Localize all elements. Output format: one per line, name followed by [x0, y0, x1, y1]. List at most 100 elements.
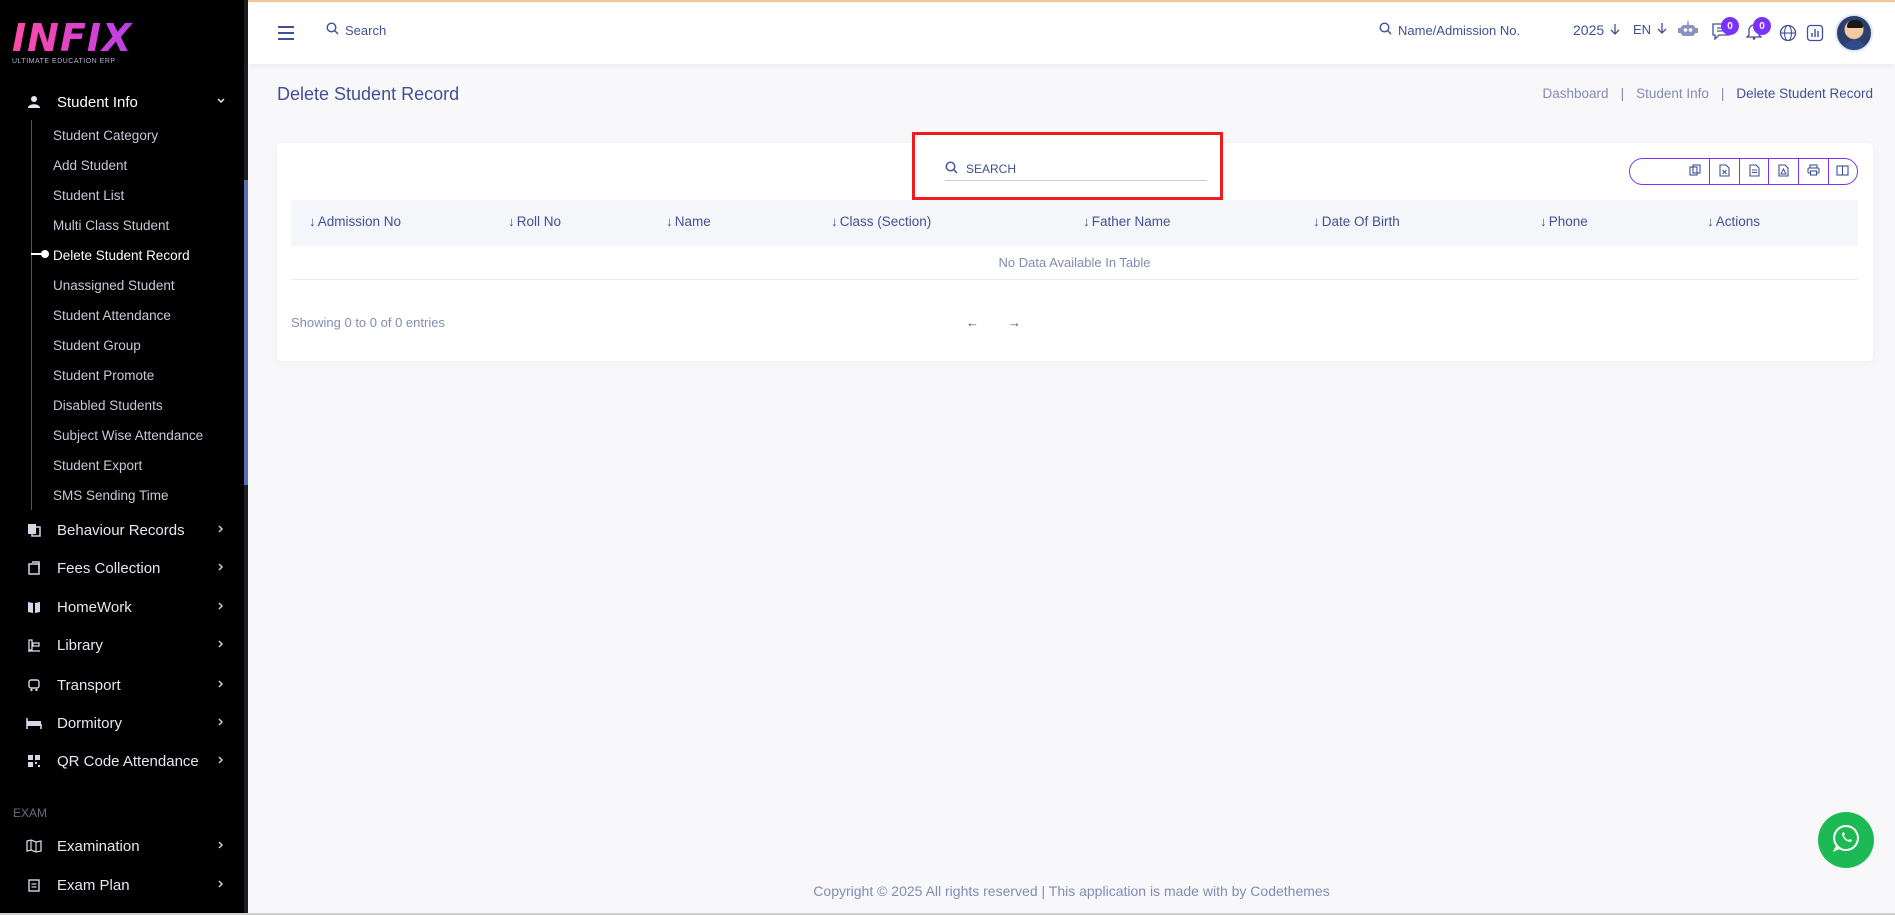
chevron-right-icon — [216, 878, 226, 892]
sidebar-item-dormitory[interactable]: Dormitory — [0, 704, 244, 742]
sidebar-item-fees-collection[interactable]: Fees Collection — [0, 549, 244, 587]
sort-arrow-icon: ↓ — [1313, 214, 1320, 229]
export-toolbar — [1629, 158, 1858, 185]
column-header-roll-no[interactable]: ↓ Roll No — [508, 214, 561, 229]
sidebar-item-label: Exam Plan — [57, 876, 130, 894]
chevron-right-icon — [216, 523, 226, 537]
sidebar-item-behaviour-records[interactable]: Behaviour Records — [0, 511, 244, 549]
menu-toggle-icon[interactable] — [278, 26, 294, 40]
sidebar-subitem-student-group[interactable]: Student Group — [53, 335, 141, 357]
footer-copyright: Copyright © 2025 All rights reserved | T… — [813, 883, 1330, 899]
chevron-right-icon — [216, 600, 226, 614]
breadcrumb-separator: | — [1720, 86, 1725, 101]
sidebar-item-label: Fees Collection — [57, 559, 161, 577]
logo[interactable]: INFIX ULTIMATE EDUCATION ERP — [12, 18, 172, 70]
table-search-placeholder: SEARCH — [966, 161, 1017, 176]
column-label: Class (Section) — [839, 214, 932, 229]
clipboard-icon — [26, 877, 42, 893]
sidebar-subitem-unassigned-student[interactable]: Unassigned Student — [53, 275, 175, 297]
sidebar-subitem-student-attendance[interactable]: Student Attendance — [53, 305, 171, 327]
top-search[interactable]: Search — [326, 22, 386, 38]
sidebar-item-homework[interactable]: HomeWork — [0, 588, 244, 626]
sort-arrow-icon: ↓ — [309, 214, 316, 229]
column-header-phone[interactable]: ↓ Phone — [1540, 214, 1588, 229]
notification-badge: 0 — [1753, 17, 1771, 35]
sidebar-item-library[interactable]: Library — [0, 626, 244, 664]
qr-icon — [26, 753, 42, 769]
breadcrumb-student-info[interactable]: Student Info — [1636, 86, 1709, 101]
sidebar-subitem-disabled-students[interactable]: Disabled Students — [53, 395, 163, 417]
column-header-class-section[interactable]: ↓ Class (Section) — [831, 214, 931, 229]
pdf-button[interactable] — [1768, 159, 1798, 184]
column-label: Name — [674, 214, 711, 229]
table-search-highlight: SEARCH — [912, 132, 1223, 200]
excel-button[interactable] — [1709, 159, 1739, 184]
globe-icon[interactable] — [1779, 24, 1797, 42]
column-label: Phone — [1548, 214, 1588, 229]
book-icon — [26, 599, 42, 615]
chevron-right-icon — [216, 716, 226, 730]
sidebar-item-label: QR Code Attendance — [57, 752, 199, 770]
sort-arrow-icon: ↓ — [1707, 214, 1714, 229]
year-value: 2025 — [1573, 22, 1605, 38]
name-admission-search[interactable]: Name/Admission No. — [1379, 22, 1520, 38]
map-icon — [26, 838, 42, 854]
sidebar-item-student-info[interactable]: Student Info — [0, 83, 244, 121]
bus-icon — [26, 677, 42, 693]
previous-page-button[interactable]: ← — [966, 315, 979, 330]
print-button[interactable] — [1798, 159, 1828, 184]
csv-button[interactable] — [1738, 159, 1769, 184]
sort-arrow-icon: ↓ — [1083, 214, 1090, 229]
logo-subtitle: ULTIMATE EDUCATION ERP — [12, 58, 116, 65]
sidebar-item-label: Student Info — [57, 93, 138, 111]
table-search-input[interactable]: SEARCH — [945, 157, 1207, 181]
sort-arrow-icon: ↓ — [831, 214, 838, 229]
sidebar-subitem-subject-wise-attendance[interactable]: Subject Wise Attendance — [53, 425, 203, 447]
column-header-admission-no[interactable]: ↓ Admission No — [309, 214, 401, 229]
column-header-actions[interactable]: ↓ Actions — [1707, 214, 1760, 229]
breadcrumb-dashboard[interactable]: Dashboard — [1543, 86, 1609, 101]
column-label: Roll No — [516, 214, 562, 229]
next-page-button[interactable]: → — [1008, 315, 1021, 330]
language-selector[interactable]: EN — [1633, 22, 1667, 37]
column-header-date-of-birth[interactable]: ↓ Date Of Birth — [1313, 214, 1400, 229]
breadcrumb-separator: | — [1620, 86, 1625, 101]
sidebar-item-label: HomeWork — [57, 598, 132, 616]
sidebar-item-qr-code-attendance[interactable]: QR Code Attendance — [0, 742, 244, 780]
sidebar-item-label: Examination — [57, 837, 140, 855]
column-header-father-name[interactable]: ↓ Father Name — [1083, 214, 1171, 229]
search-icon — [945, 160, 958, 177]
sidebar-item-transport[interactable]: Transport — [0, 666, 244, 704]
sidebar-subitem-add-student[interactable]: Add Student — [53, 155, 127, 177]
sort-arrow-icon: ↓ — [666, 214, 673, 229]
breadcrumb: Dashboard | Student Info | Delete Studen… — [1543, 86, 1873, 101]
sidebar-item-exam-plan[interactable]: Exam Plan — [0, 866, 244, 904]
column-header-name[interactable]: ↓ Name — [666, 214, 711, 229]
analytics-icon[interactable] — [1806, 24, 1824, 42]
bed-icon — [26, 715, 42, 731]
sidebar-subitem-delete-student-record[interactable]: Delete Student Record — [53, 245, 190, 267]
sidebar-subitem-multi-class-student[interactable]: Multi Class Student — [53, 215, 169, 237]
robot-icon[interactable] — [1677, 20, 1699, 40]
excel-icon — [1719, 163, 1730, 180]
sidebar-subitem-student-list[interactable]: Student List — [53, 185, 124, 207]
sidebar-subitem-student-promote[interactable]: Student Promote — [53, 365, 154, 387]
chevron-right-icon — [216, 839, 226, 853]
pdf-icon — [1778, 163, 1789, 180]
sidebar-subitem-sms-sending-time[interactable]: SMS Sending Time — [53, 485, 169, 507]
copy-button[interactable] — [1680, 159, 1709, 184]
sidebar-subitem-student-category[interactable]: Student Category — [53, 125, 158, 147]
copy-icon — [26, 522, 42, 538]
sidebar-item-examination[interactable]: Examination — [0, 827, 244, 865]
submenu-line — [31, 120, 32, 510]
year-selector[interactable]: 2025 — [1573, 22, 1620, 38]
sidebar-item-label: Behaviour Records — [57, 521, 185, 539]
table-empty-row: No Data Available In Table — [291, 246, 1858, 280]
columns-button[interactable] — [1827, 159, 1857, 184]
sidebar-subitem-student-export[interactable]: Student Export — [53, 455, 142, 477]
copy-icon — [1689, 164, 1701, 179]
column-label: Date Of Birth — [1321, 214, 1400, 229]
avatar[interactable] — [1835, 14, 1873, 52]
whatsapp-button[interactable] — [1818, 812, 1874, 868]
name-admission-label: Name/Admission No. — [1398, 22, 1521, 38]
